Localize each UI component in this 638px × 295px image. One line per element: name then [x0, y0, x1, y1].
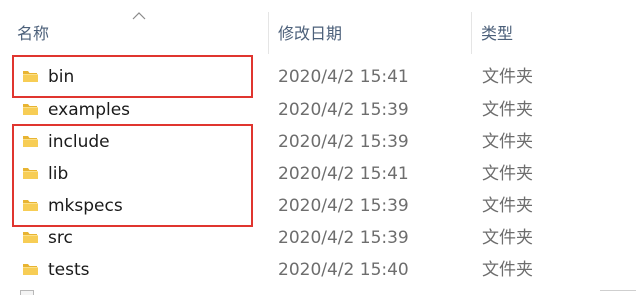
file-explorer-list: 名称 修改日期 类型 bin 2020/4/2 15:41 文件夹 exampl…: [0, 0, 638, 295]
highlight-box-bin: [12, 55, 253, 98]
file-name[interactable]: tests: [48, 259, 90, 281]
file-type: 文件夹: [482, 132, 533, 152]
file-row-examples[interactable]: examples 2020/4/2 15:39 文件夹: [12, 94, 632, 126]
file-type: 文件夹: [482, 260, 533, 280]
file-type: 文件夹: [482, 100, 533, 120]
file-name[interactable]: examples: [48, 99, 130, 121]
file-date-modified: 2020/4/2 15:39: [278, 100, 409, 120]
file-date-modified: 2020/4/2 15:39: [278, 132, 409, 152]
folder-icon: [23, 264, 38, 275]
file-date-modified: 2020/4/2 15:40: [278, 260, 409, 280]
file-date-modified: 2020/4/2 15:39: [278, 196, 409, 216]
file-date-modified: 2020/4/2 15:41: [278, 164, 409, 184]
file-name[interactable]: src: [48, 227, 73, 249]
file-row-tests[interactable]: tests 2020/4/2 15:40 文件夹: [12, 254, 632, 286]
file-type: 文件夹: [482, 164, 533, 184]
scrollbar-edge: [600, 290, 636, 295]
folder-icon: [23, 232, 38, 243]
highlight-box-include-lib-mkspecs: [12, 124, 253, 227]
file-type: 文件夹: [482, 196, 533, 216]
file-type: 文件夹: [482, 67, 533, 87]
folder-icon: [23, 104, 38, 115]
file-date-modified: 2020/4/2 15:41: [278, 67, 409, 87]
file-type: 文件夹: [482, 228, 533, 248]
file-icon-partial: [20, 290, 34, 295]
file-date-modified: 2020/4/2 15:39: [278, 228, 409, 248]
